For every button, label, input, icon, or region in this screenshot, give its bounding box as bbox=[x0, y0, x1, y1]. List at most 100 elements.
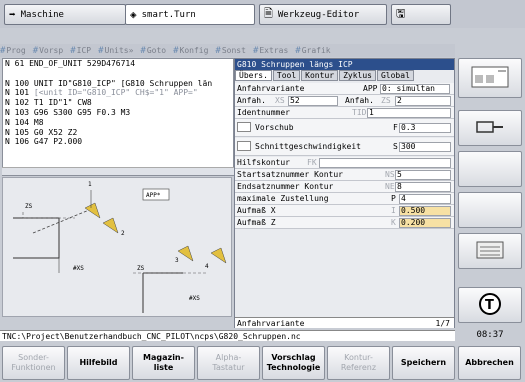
softkey-kontur-referenz[interactable]: Kontur- Referenz bbox=[327, 346, 390, 380]
xs-input[interactable]: 52 bbox=[288, 96, 338, 106]
softkey-abbrechen[interactable]: Abbrechen bbox=[458, 346, 521, 380]
anfahrvariante-select[interactable]: 0: simultan bbox=[380, 84, 450, 94]
grid-icon: # bbox=[140, 45, 146, 56]
schnittgeschwindigkeit-input[interactable]: 300 bbox=[399, 142, 451, 152]
softkey-vorschlag-technologie[interactable]: Vorschlag Technologie bbox=[262, 346, 325, 380]
side-button-3[interactable] bbox=[458, 151, 522, 187]
nc-program-editor[interactable]: N 61 END_OF_UNIT 529D476714 N 100 UNIT I… bbox=[2, 58, 234, 176]
view-layout-button[interactable] bbox=[458, 58, 522, 98]
tab-smart-turn[interactable]: ◈ smart.Turn bbox=[125, 4, 255, 25]
field-aufmass-z: Aufmaß Z K 0.200 bbox=[235, 217, 454, 229]
field-anfahrvariante: Anfahrvariante APP 0: simultan bbox=[235, 83, 454, 95]
spindle-icon[interactable] bbox=[237, 141, 251, 151]
field-identnummer: Identnummer TID 1 bbox=[235, 107, 454, 119]
menu-item-grafik[interactable]: # Grafik bbox=[295, 46, 330, 56]
tab-save[interactable]: 🖫 bbox=[391, 4, 451, 25]
nc-line[interactable]: N 102 T1 ID"1" CW8 bbox=[3, 98, 233, 108]
clock: 08:37 bbox=[476, 330, 504, 340]
field-hilfskontur: Hilfskontur FK bbox=[235, 157, 454, 169]
dialog-tabs: Übers. Tool Kontur Zyklus Global bbox=[235, 70, 454, 81]
vorschub-icon[interactable] bbox=[237, 122, 251, 132]
field-vorschub: Vorschub F 0.3 bbox=[235, 119, 454, 137]
tab-maschine[interactable]: ➡ Maschine bbox=[4, 4, 126, 25]
nc-line[interactable]: N 100 UNIT ID"G810_ICP" [G810 Schruppen … bbox=[3, 79, 233, 89]
diamond-icon: ◈ bbox=[130, 8, 137, 21]
document-icon: 🗎 bbox=[264, 7, 273, 20]
grid-icon: # bbox=[215, 45, 221, 56]
side-button-4[interactable] bbox=[458, 192, 522, 228]
schruppen-diagram: APP* ZS 1 2 #XS ZS 3 4 #XS bbox=[13, 181, 227, 313]
tab-global[interactable]: Global bbox=[376, 70, 414, 81]
nc-line[interactable]: N 101 [<unit ID="G810_ICP" CH$="1" APP=" bbox=[3, 88, 233, 98]
grid-icon: # bbox=[295, 45, 301, 56]
field-startsatznummer: Startsatznummer Kontur NS 5 bbox=[235, 169, 454, 181]
tab-uebers[interactable]: Übers. bbox=[235, 70, 272, 81]
help-graphic: APP* ZS 1 2 #XS ZS 3 4 #XS bbox=[2, 177, 232, 317]
menu-item-vorsp[interactable]: # Vorsp bbox=[33, 46, 64, 56]
field-description: Anfahrvariante bbox=[237, 319, 305, 328]
softkey-speichern[interactable]: Speichern bbox=[392, 346, 455, 380]
grid-icon: # bbox=[32, 45, 39, 56]
field-maximale-zustellung: maximale Zustellung P 4 bbox=[235, 193, 454, 205]
menu-item-goto[interactable]: # Goto bbox=[140, 46, 166, 56]
softkey-alpha-tastatur[interactable]: Alpha- Tastatur bbox=[197, 346, 260, 380]
tool-t-button[interactable]: T bbox=[458, 287, 522, 323]
page-indicator: 1/7 bbox=[435, 319, 450, 328]
grid-icon: # bbox=[0, 45, 6, 56]
menu-item-icp[interactable]: # ICP bbox=[70, 46, 91, 56]
menu-item-units[interactable]: # Units» bbox=[98, 46, 133, 56]
arrow-right-icon: ➡ bbox=[9, 8, 16, 21]
startsatznummer-input[interactable]: 5 bbox=[395, 170, 451, 180]
grid-icon: # bbox=[173, 45, 179, 56]
nc-line[interactable]: N 106 G47 P2.000 bbox=[3, 137, 233, 147]
zs-input[interactable]: 2 bbox=[395, 96, 451, 106]
zustellung-input[interactable]: 4 bbox=[399, 194, 451, 204]
cycle-dialog: G810 Schruppen längs ICP Übers. Tool Kon… bbox=[234, 58, 455, 328]
point-3-label: 3 bbox=[175, 257, 179, 264]
field-endsatznummer: Endsatznummer Kontur NE 8 bbox=[235, 181, 454, 193]
menu-item-prog[interactable]: # Prog bbox=[0, 46, 26, 56]
tab-kontur[interactable]: Kontur bbox=[301, 70, 339, 81]
top-tab-bar: ➡ Maschine ◈ smart.Turn 🗎 Werkzeug-Editor 🖫 bbox=[0, 0, 525, 28]
dialog-status-row: Anfahrvariante 1/7 bbox=[235, 317, 454, 328]
nc-line[interactable] bbox=[3, 69, 233, 79]
dialog-view-button[interactable] bbox=[458, 233, 522, 269]
nc-horizontal-scrollbar[interactable] bbox=[2, 167, 234, 175]
softkey-sonderfunktionen[interactable]: Sonder- Funktionen bbox=[2, 346, 65, 380]
zs-label: ZS bbox=[25, 203, 33, 210]
menu-item-sonst[interactable]: # Sonst bbox=[215, 46, 246, 56]
identnummer-input[interactable]: 1 bbox=[367, 108, 451, 118]
tab-zyklus[interactable]: Zyklus bbox=[339, 70, 376, 81]
layout-icon bbox=[470, 65, 510, 92]
aufmass-x-input[interactable]: 0.500 bbox=[399, 206, 451, 216]
tab-tool[interactable]: Tool bbox=[272, 70, 301, 81]
softkey-hilfebild[interactable]: Hilfebild bbox=[67, 346, 130, 380]
xs-label-2: #XS bbox=[189, 295, 200, 302]
softkey-magazinliste[interactable]: Magazin- liste bbox=[132, 346, 195, 380]
menu-item-konfig[interactable]: # Konfig bbox=[173, 46, 208, 56]
vorschub-input[interactable]: 0.3 bbox=[399, 123, 451, 133]
tool-t-icon: T bbox=[478, 292, 502, 319]
nc-line[interactable]: N 103 G96 S300 G95 F0.3 M3 bbox=[3, 108, 233, 118]
save-icon: 🖫 bbox=[396, 7, 406, 20]
aufmass-z-input[interactable]: 0.200 bbox=[399, 218, 451, 228]
zs-label-2: ZS bbox=[137, 265, 145, 272]
nc-line[interactable]: N 105 G0 X52 Z2 bbox=[3, 128, 233, 138]
tool-holder-icon bbox=[475, 118, 505, 139]
hilfskontur-input[interactable] bbox=[319, 158, 451, 168]
app-label: APP* bbox=[146, 192, 161, 199]
endsatznummer-input[interactable]: 8 bbox=[395, 182, 451, 192]
nc-line[interactable]: N 104 M8 bbox=[3, 118, 233, 128]
field-anfahr-xs-zs: Anfah. XS 52 Anfah. ZS 2 bbox=[235, 95, 454, 107]
svg-text:T: T bbox=[485, 298, 494, 313]
field-aufmass-x: Aufmaß X I 0.500 bbox=[235, 205, 454, 217]
tab-werkzeug-editor[interactable]: 🗎 Werkzeug-Editor bbox=[259, 4, 387, 25]
grid-icon: # bbox=[70, 45, 76, 56]
menu-bar: # Prog # Vorsp # ICP # Units» # Goto # Konfig … bbox=[0, 44, 455, 57]
menu-item-extras[interactable]: # Extras bbox=[253, 46, 288, 56]
tool-view-button[interactable] bbox=[458, 110, 522, 146]
field-schnittgeschwindigkeit: Schnittgeschwindigkeit S 300 bbox=[235, 138, 454, 156]
nc-line[interactable]: N 61 END_OF_UNIT 529D476714 bbox=[3, 59, 233, 69]
point-1-label: 1 bbox=[88, 181, 92, 188]
dialog-icon bbox=[475, 240, 505, 263]
